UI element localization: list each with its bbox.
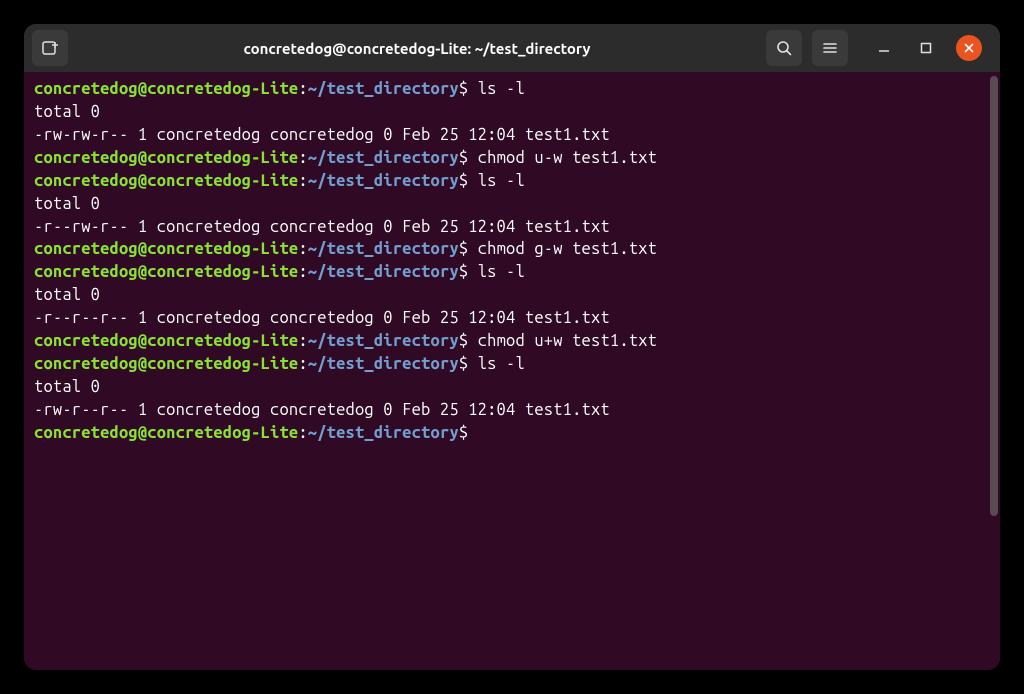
search-button[interactable] — [766, 30, 802, 66]
prompt-userhost: concretedog@concretedog-Lite — [34, 80, 298, 98]
terminal-line: concretedog@concretedog-Lite:~/test_dire… — [34, 147, 990, 170]
new-tab-button[interactable] — [32, 30, 68, 66]
command-text: chmod u+w test1.txt — [468, 332, 657, 350]
scrollbar[interactable] — [990, 76, 998, 516]
command-text: chmod u-w test1.txt — [468, 149, 657, 167]
maximize-icon — [920, 42, 932, 54]
prompt-path: ~/test_directory — [308, 424, 459, 442]
titlebar-left — [32, 30, 68, 66]
prompt-colon: : — [298, 172, 307, 190]
command-text: chmod g-w test1.txt — [468, 240, 657, 258]
terminal-line: -rw-rw-r-- 1 concretedog concretedog 0 F… — [34, 124, 990, 147]
prompt-path: ~/test_directory — [308, 149, 459, 167]
terminal-line: concretedog@concretedog-Lite:~/test_dire… — [34, 422, 990, 445]
terminal-line: total 0 — [34, 376, 990, 399]
terminal-line: -r--rw-r-- 1 concretedog concretedog 0 F… — [34, 216, 990, 239]
terminal-line: concretedog@concretedog-Lite:~/test_dire… — [34, 238, 990, 261]
prompt-path: ~/test_directory — [308, 355, 459, 373]
maximize-button[interactable] — [914, 36, 938, 60]
menu-button[interactable] — [812, 30, 848, 66]
terminal-line: concretedog@concretedog-Lite:~/test_dire… — [34, 78, 990, 101]
titlebar-right — [766, 30, 992, 66]
terminal-content[interactable]: concretedog@concretedog-Lite:~/test_dire… — [24, 72, 1000, 670]
prompt-dollar: $ — [459, 424, 468, 442]
prompt-dollar: $ — [459, 172, 468, 190]
prompt-userhost: concretedog@concretedog-Lite — [34, 172, 298, 190]
prompt-colon: : — [298, 80, 307, 98]
window-title: concretedog@concretedog-Lite: ~/test_dir… — [76, 40, 758, 57]
prompt-userhost: concretedog@concretedog-Lite — [34, 424, 298, 442]
prompt-path: ~/test_directory — [308, 80, 459, 98]
output-text: total 0 — [34, 195, 100, 213]
terminal-line: concretedog@concretedog-Lite:~/test_dire… — [34, 330, 990, 353]
prompt-dollar: $ — [459, 240, 468, 258]
output-text: total 0 — [34, 103, 100, 121]
prompt-dollar: $ — [459, 80, 468, 98]
prompt-path: ~/test_directory — [308, 332, 459, 350]
prompt-colon: : — [298, 355, 307, 373]
terminal-window: concretedog@concretedog-Lite: ~/test_dir… — [24, 24, 1000, 670]
prompt-dollar: $ — [459, 149, 468, 167]
hamburger-icon — [822, 40, 838, 56]
terminal-line: -r--r--r-- 1 concretedog concretedog 0 F… — [34, 307, 990, 330]
terminal-line: total 0 — [34, 101, 990, 124]
output-text: -rw-rw-r-- 1 concretedog concretedog 0 F… — [34, 126, 610, 144]
prompt-path: ~/test_directory — [308, 172, 459, 190]
terminal-line: concretedog@concretedog-Lite:~/test_dire… — [34, 261, 990, 284]
prompt-path: ~/test_directory — [308, 263, 459, 281]
prompt-colon: : — [298, 149, 307, 167]
terminal-line: concretedog@concretedog-Lite:~/test_dire… — [34, 353, 990, 376]
close-button[interactable] — [956, 35, 982, 61]
output-text: -r--rw-r-- 1 concretedog concretedog 0 F… — [34, 218, 610, 236]
prompt-path: ~/test_directory — [308, 240, 459, 258]
prompt-userhost: concretedog@concretedog-Lite — [34, 149, 298, 167]
command-text: ls -l — [468, 172, 525, 190]
minimize-button[interactable] — [872, 36, 896, 60]
prompt-colon: : — [298, 332, 307, 350]
prompt-colon: : — [298, 424, 307, 442]
command-text: ls -l — [468, 263, 525, 281]
terminal-line: -rw-r--r-- 1 concretedog concretedog 0 F… — [34, 399, 990, 422]
terminal-line: total 0 — [34, 193, 990, 216]
prompt-userhost: concretedog@concretedog-Lite — [34, 263, 298, 281]
prompt-userhost: concretedog@concretedog-Lite — [34, 355, 298, 373]
prompt-userhost: concretedog@concretedog-Lite — [34, 332, 298, 350]
prompt-dollar: $ — [459, 332, 468, 350]
titlebar: concretedog@concretedog-Lite: ~/test_dir… — [24, 24, 1000, 72]
search-icon — [776, 40, 792, 56]
prompt-colon: : — [298, 263, 307, 281]
prompt-dollar: $ — [459, 355, 468, 373]
minimize-icon — [878, 42, 890, 54]
terminal-line: concretedog@concretedog-Lite:~/test_dire… — [34, 170, 990, 193]
terminal-line: total 0 — [34, 284, 990, 307]
prompt-dollar: $ — [459, 263, 468, 281]
output-text: -r--r--r-- 1 concretedog concretedog 0 F… — [34, 309, 610, 327]
output-text: total 0 — [34, 286, 100, 304]
new-tab-icon — [41, 39, 59, 57]
prompt-userhost: concretedog@concretedog-Lite — [34, 240, 298, 258]
close-icon — [964, 43, 974, 53]
output-text: -rw-r--r-- 1 concretedog concretedog 0 F… — [34, 401, 610, 419]
output-text: total 0 — [34, 378, 100, 396]
prompt-colon: : — [298, 240, 307, 258]
command-text: ls -l — [468, 80, 525, 98]
window-controls — [872, 35, 982, 61]
command-text: ls -l — [468, 355, 525, 373]
